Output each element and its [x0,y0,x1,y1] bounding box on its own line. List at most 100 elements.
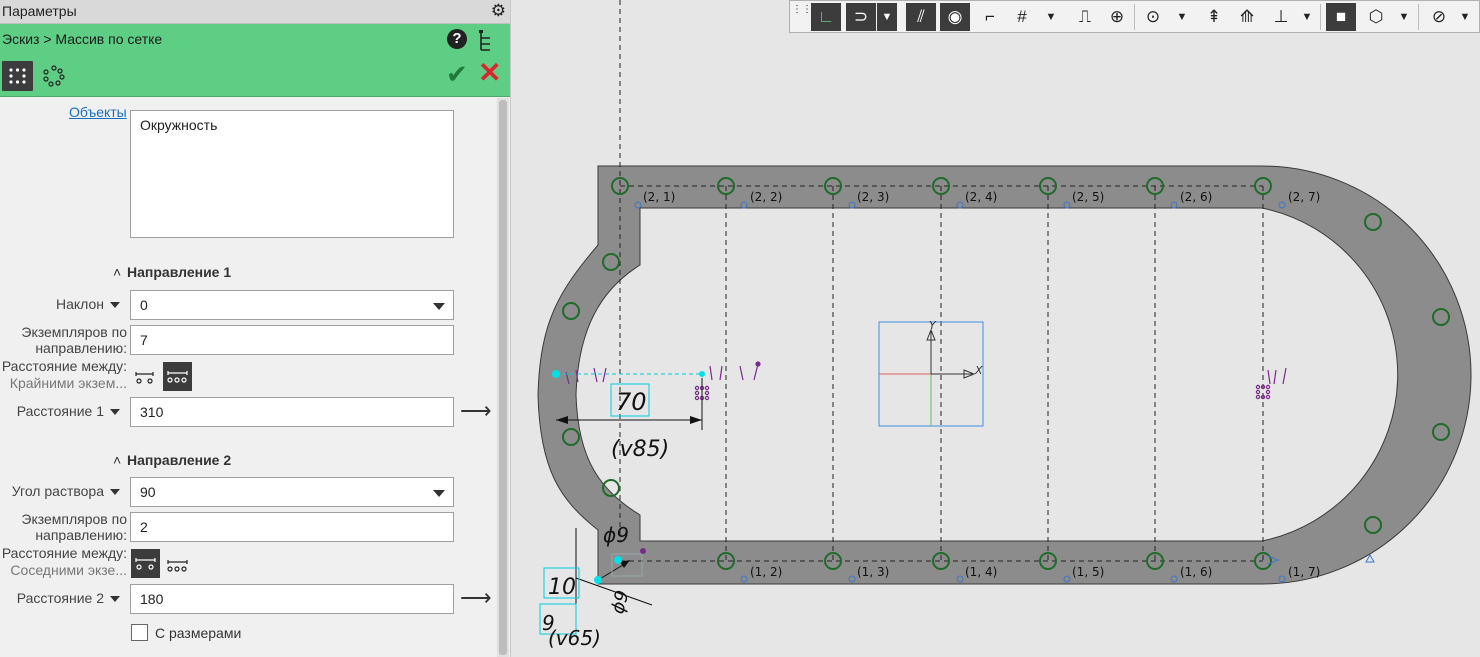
index-label: (2, 3) [857,190,889,204]
index-labels: (2, 1) (2, 2) (2, 3) (2, 4) (2, 5) (2, 6… [643,190,1320,579]
count1-label: Экземпляров по направлению: [21,324,127,356]
shaded-cube-icon[interactable]: ■ [1326,3,1356,31]
parameters-panel: Параметры ⚙ Эскиз > Массив по сетке ? ✔ … [0,0,511,657]
distance1-value: 310 [140,404,164,420]
scrollbar-thumb[interactable] [499,100,507,655]
axes-orientation-icon[interactable]: ⊥ [1266,3,1296,31]
index-label: (2, 1) [643,190,675,204]
count1-value: 7 [140,332,148,348]
index-label: (1, 2) [750,565,782,579]
count2-input[interactable]: 2 [130,512,454,542]
angle-label[interactable]: Угол раствора [0,483,120,499]
hide-eye-icon[interactable]: ⊘ [1424,3,1454,31]
extreme-instances-mode-button-2[interactable] [131,549,160,578]
chevron-down-icon [433,303,445,310]
distance2-input[interactable]: 180 [130,584,454,614]
index-label: (1, 4) [965,565,997,579]
chevron-down-icon[interactable]: ▼ [877,3,897,31]
direction1-header[interactable]: ˄ Направление 1 [113,264,231,280]
part-outline [537,165,1472,585]
index-label: (2, 7) [1288,190,1320,204]
wireframe-cube-icon[interactable]: ⬡ [1361,3,1391,31]
dim-phi9: ϕ9 [603,523,629,547]
toolbar-separator [1134,4,1135,30]
parallel-constraint-icon[interactable]: ⫽ [906,3,936,31]
sketch-canvas[interactable]: (2, 1) (2, 2) (2, 3) (2, 4) (2, 5) (2, 6… [511,0,1480,657]
index-label: (2, 4) [965,190,997,204]
step-line-icon[interactable]: ⎍ [1070,3,1100,31]
chevron-down-icon [110,596,120,603]
adjacent-instances-mode-button[interactable] [163,362,192,391]
orient-view-icon[interactable]: ⟰ [1232,3,1262,31]
tilt-select[interactable]: 0 [130,290,454,320]
grid-array-mode-button[interactable] [2,61,33,91]
array-circles [562,177,1450,570]
toolbar-grip-icon[interactable]: ⋮⋮ [792,3,812,31]
distance-between1-mode: Крайними экзем... [9,375,127,391]
magnet-snap-icon[interactable]: ⊃ [846,3,876,31]
grid-dots-icon [9,68,26,84]
confirm-check-icon[interactable]: ✔ [446,60,468,88]
help-icon[interactable]: ? [447,29,467,49]
coordinate-origin: X Y [878,319,984,427]
distance2-label[interactable]: Расстояние 2 [0,590,120,606]
chevron-down-icon[interactable]: ▼ [1397,3,1411,31]
operation-header: Эскиз > Массив по сетке ? ✔ ✕ [0,24,510,97]
dim-phi9b: ϕ9 [607,588,633,616]
panel-title-bar: Параметры ⚙ [0,0,510,24]
chevron-down-icon[interactable]: ▼ [1044,3,1058,31]
breadcrumb: Эскиз > Массив по сетке [2,31,163,47]
orient-normal-icon[interactable]: ⇞ [1199,3,1229,31]
extreme-instances-mode-button[interactable] [132,364,158,390]
angle-label-text: Угол раствора [11,483,104,499]
cancel-x-icon[interactable]: ✕ [478,59,501,87]
count1-input[interactable]: 7 [130,325,454,355]
show-constraints-icon[interactable]: ◉ [940,3,970,31]
spacing-adjacent-icon [167,371,188,383]
index-label: (1, 3) [857,565,889,579]
spacing-extreme-icon [135,558,156,570]
objects-list[interactable]: Окружность [130,110,454,238]
distance-between2-mode: Соседними экзе... [10,562,127,578]
chevron-down-icon[interactable]: ▼ [1300,3,1314,31]
construction-lines [619,0,1264,562]
collapse-caret-icon: ˄ [113,264,122,280]
distance1-label[interactable]: Расстояние 1 [0,403,120,419]
distance2-value: 180 [140,591,164,607]
constraint-markers [565,361,1287,401]
tilt-label-text: Наклон [55,296,104,312]
tree-icon[interactable] [478,30,494,52]
zoom-window-icon[interactable]: ⊙ [1138,3,1168,31]
index-label: (2, 2) [750,190,782,204]
angle-select[interactable]: 90 [130,477,454,507]
count2-label: Экземпляров по направлению: [21,511,127,543]
dim-v65: (v65) [548,626,601,650]
with-dimensions-checkbox[interactable] [131,624,148,641]
gear-icon[interactable]: ⚙ [491,2,506,20]
objects-list-item[interactable]: Окружность [140,117,217,133]
with-dimensions-label: С размерами [155,625,242,641]
reverse-direction1-arrow-icon[interactable]: ⟶ [460,400,492,422]
adjacent-instances-mode-button-2[interactable] [165,552,191,578]
sketch-constraints-icon[interactable]: ∟ [811,3,841,31]
axis-x-label: X [974,364,983,377]
distance-between2-label: Расстояние между: [1,545,127,561]
dim-v85: (v85) [611,437,669,462]
chevron-down-icon[interactable]: ▼ [1458,3,1472,31]
distance1-input[interactable]: 310 [130,397,454,427]
tilt-value: 0 [140,297,148,313]
index-label: (2, 6) [1180,190,1212,204]
coordinate-view-icon[interactable]: ⌐ [975,3,1005,31]
panel-scrollbar[interactable] [497,98,509,657]
chevron-down-icon[interactable]: ▼ [1175,3,1189,31]
reverse-direction2-arrow-icon[interactable]: ⟶ [460,587,492,609]
zoom-icon[interactable]: ⊕ [1102,3,1132,31]
panel-title: Параметры [2,3,77,19]
dim-70: 70 [616,388,647,416]
circular-array-mode-button[interactable] [40,62,68,90]
direction2-header[interactable]: ˄ Направление 2 [113,452,231,468]
tilt-label[interactable]: Наклон [0,296,120,312]
objects-link[interactable]: Объекты [69,104,127,120]
grid-icon[interactable]: # [1007,3,1037,31]
distance2-label-text: Расстояние 2 [16,590,104,606]
